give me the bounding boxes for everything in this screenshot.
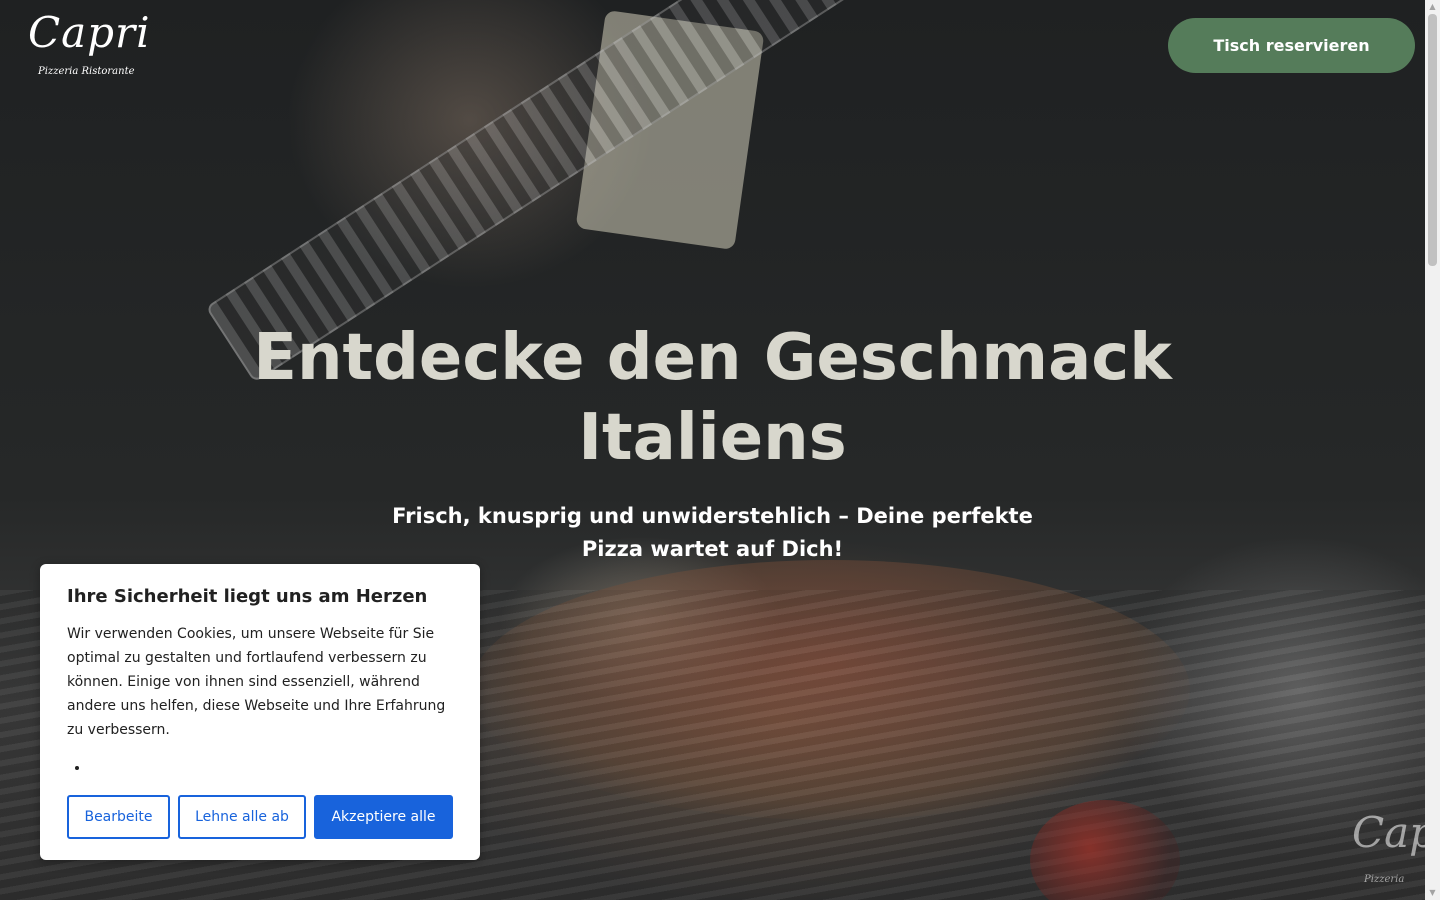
scroll-down-arrow-icon[interactable]: ▼ — [1425, 886, 1440, 900]
revisit-logo-subtitle: Pizzeria — [1364, 874, 1405, 885]
cookie-accept-all-button[interactable]: Akzeptiere alle — [314, 795, 453, 839]
cookie-reject-all-button[interactable]: Lehne alle ab — [178, 795, 306, 839]
cookie-revisit-logo-button[interactable]: Capri Pizzeria — [1352, 808, 1425, 888]
scroll-up-arrow-icon[interactable]: ▲ — [1425, 0, 1440, 14]
logo-subtitle: Pizzeria Ristorante — [38, 66, 135, 77]
logo-text: Capri — [28, 8, 151, 57]
hero-headline: Entdecke den Geschmack Italiens — [253, 321, 1172, 475]
cookie-banner-title: Ihre Sicherheit liegt uns am Herzen — [67, 586, 428, 607]
cookie-customize-button[interactable]: Bearbeite — [67, 795, 170, 839]
hero-subline: Frisch, knusprig und unwiderstehlich – D… — [392, 504, 1033, 561]
page-scrollbar[interactable]: ▲ ▼ — [1425, 0, 1440, 900]
scrollbar-thumb[interactable] — [1428, 14, 1437, 266]
cookie-banner-text: Wir verwenden Cookies, um unsere Webseit… — [67, 626, 446, 738]
site-logo[interactable]: Capri Pizzeria Ristorante — [28, 8, 152, 86]
reserve-table-button[interactable]: Tisch reservieren — [1168, 18, 1415, 73]
cookie-consent-banner: Ihre Sicherheit liegt uns am Herzen Wir … — [40, 564, 480, 860]
revisit-logo-text: Capri — [1352, 808, 1425, 857]
